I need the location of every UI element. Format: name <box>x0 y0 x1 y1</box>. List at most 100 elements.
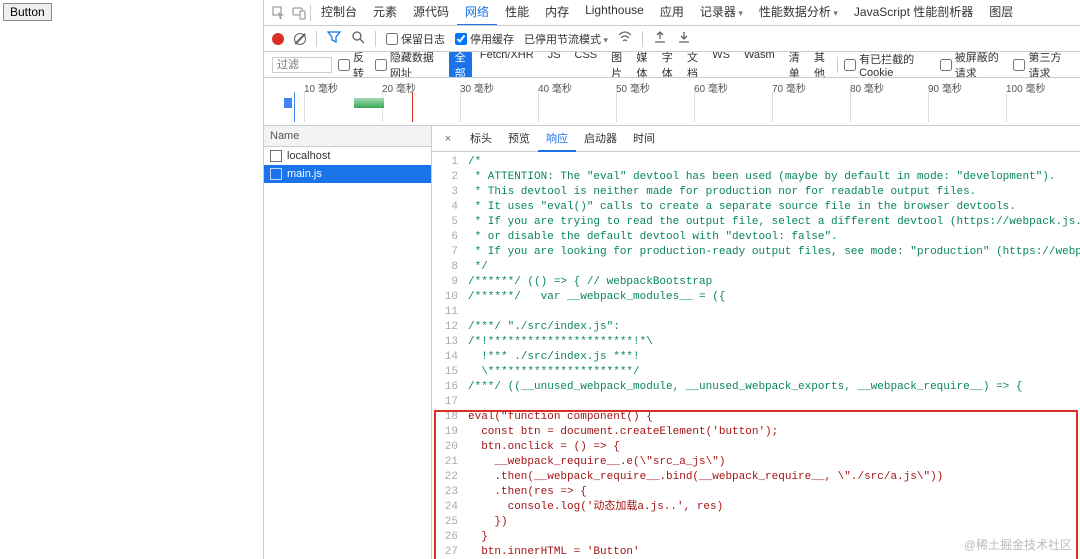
tab-应用[interactable]: 应用 <box>652 0 692 26</box>
filter-chip[interactable]: 字体 <box>656 52 679 78</box>
response-source[interactable]: 1234567891011121314151617181920212223242… <box>432 152 1080 559</box>
filter-chip[interactable]: 媒体 <box>630 52 653 78</box>
response-tab[interactable]: 响应 <box>538 126 576 152</box>
timeline-bar <box>284 98 292 108</box>
timeline-bar <box>354 98 384 108</box>
tab-Lighthouse[interactable]: Lighthouse <box>577 0 652 26</box>
blocked-reqs-checkbox[interactable]: 被屏蔽的请求 <box>940 52 1008 78</box>
tab-控制台[interactable]: 控制台 <box>313 0 365 26</box>
hide-data-checkbox[interactable]: 隐藏数据网址 <box>375 52 443 78</box>
separator <box>375 31 376 47</box>
code-line: const btn = document.createElement('butt… <box>468 425 1080 440</box>
separator <box>316 31 317 47</box>
filter-chip[interactable]: CSS <box>569 52 604 78</box>
timeline-tick: 70 毫秒 <box>772 80 806 95</box>
inspect-icon[interactable] <box>270 4 288 22</box>
wifi-icon[interactable] <box>618 30 632 47</box>
watermark: @稀土掘金技术社区 <box>964 536 1072 553</box>
tab-源代码[interactable]: 源代码 <box>405 0 457 26</box>
code-line: * ATTENTION: The "eval" devtool has been… <box>468 170 1080 185</box>
timeline[interactable]: 10 毫秒20 毫秒30 毫秒40 毫秒50 毫秒60 毫秒70 毫秒80 毫秒… <box>264 78 1080 126</box>
tab-记录器[interactable]: 记录器 <box>692 0 751 26</box>
filter-chip[interactable]: JS <box>542 52 567 78</box>
filter-chip[interactable]: 全部 <box>449 52 472 78</box>
third-party-checkbox[interactable]: 第三方请求 <box>1013 52 1072 78</box>
download-icon[interactable] <box>677 30 691 47</box>
request-list: Name localhostmain.js <box>264 126 432 559</box>
devtools-panel: 控制台元素源代码网络性能内存Lighthouse应用记录器性能数据分析JavaS… <box>263 0 1080 559</box>
code-line: }) <box>468 515 1080 530</box>
request-item[interactable]: main.js <box>264 165 431 183</box>
code-line: * or disable the default devtool with "d… <box>468 230 1080 245</box>
record-icon[interactable] <box>272 33 284 45</box>
clear-icon[interactable] <box>294 33 306 45</box>
close-icon[interactable]: × <box>438 133 458 145</box>
search-icon[interactable] <box>351 30 365 47</box>
response-subtabs: × 标头预览响应启动器时间 <box>432 126 1080 152</box>
code-line: console.log('动态加载a.js..', res) <box>468 500 1080 515</box>
filter-chip[interactable]: Fetch/XHR <box>474 52 540 78</box>
response-tab[interactable]: 时间 <box>625 126 663 152</box>
code-line <box>468 395 1080 410</box>
tab-内存[interactable]: 内存 <box>537 0 577 26</box>
code-line: * This devtool is neither made for produ… <box>468 185 1080 200</box>
response-tab[interactable]: 标头 <box>462 126 500 152</box>
tab-性能[interactable]: 性能 <box>497 0 537 26</box>
filter-chip[interactable]: WS <box>706 52 736 78</box>
response-tab[interactable]: 预览 <box>500 126 538 152</box>
tab-图层[interactable]: 图层 <box>981 0 1021 26</box>
code-line: /******/ var __webpack_modules__ = ({ <box>468 290 1080 305</box>
code-line: */ <box>468 260 1080 275</box>
code-line: * If you are looking for production-read… <box>468 245 1080 260</box>
code-line: eval("function component() { <box>468 410 1080 425</box>
device-icon[interactable] <box>290 4 308 22</box>
throttling-select[interactable]: 已停用节流模式 <box>524 31 608 47</box>
tab-网络[interactable]: 网络 <box>457 0 497 26</box>
code-line: /******/ (() => { // webpackBootstrap <box>468 275 1080 290</box>
request-list-header[interactable]: Name <box>264 126 431 147</box>
code-line: btn.onclick = () => { <box>468 440 1080 455</box>
separator <box>837 57 838 73</box>
line-gutter: 1234567891011121314151617181920212223242… <box>432 152 464 559</box>
code-line: /***/ "./src/index.js": <box>468 320 1080 335</box>
timeline-marker <box>294 92 295 122</box>
timeline-tick: 80 毫秒 <box>850 80 884 95</box>
code-line: .then(__webpack_require__.bind(__webpack… <box>468 470 1080 485</box>
blocked-cookies-checkbox[interactable]: 有已拦截的 Cookie <box>844 52 934 78</box>
filter-chip[interactable]: 图片 <box>605 52 628 78</box>
code-line: /***/ ((__unused_webpack_module, __unuse… <box>468 380 1080 395</box>
file-icon <box>270 150 282 162</box>
timeline-tick: 60 毫秒 <box>694 80 728 95</box>
upload-icon[interactable] <box>653 30 667 47</box>
tab-JavaScript 性能剖析器[interactable]: JavaScript 性能剖析器 <box>846 0 981 26</box>
filter-input[interactable] <box>272 57 332 73</box>
preserve-log-checkbox[interactable]: 保留日志 <box>386 31 445 47</box>
code-line: * It uses "eval()" calls to create a sep… <box>468 200 1080 215</box>
tab-元素[interactable]: 元素 <box>365 0 405 26</box>
response-tab[interactable]: 启动器 <box>576 126 625 152</box>
timeline-tick: 90 毫秒 <box>928 80 962 95</box>
devtools-main-tabs: 控制台元素源代码网络性能内存Lighthouse应用记录器性能数据分析JavaS… <box>264 0 1080 26</box>
timeline-tick: 10 毫秒 <box>304 80 338 95</box>
filter-chip[interactable]: 其他 <box>808 52 831 78</box>
request-item[interactable]: localhost <box>264 147 431 165</box>
separator <box>310 5 311 21</box>
code-line: \**********************/ <box>468 365 1080 380</box>
timeline-tick: 40 毫秒 <box>538 80 572 95</box>
filter-chip[interactable]: 清单 <box>783 52 806 78</box>
timeline-tick: 20 毫秒 <box>382 80 416 95</box>
page-button[interactable]: Button <box>3 3 52 21</box>
response-pane: × 标头预览响应启动器时间 12345678910111213141516171… <box>432 126 1080 559</box>
disable-cache-checkbox[interactable]: 停用缓存 <box>455 31 514 47</box>
tab-性能数据分析[interactable]: 性能数据分析 <box>751 0 846 26</box>
filter-chip[interactable]: Wasm <box>738 52 781 78</box>
file-icon <box>270 168 282 180</box>
filter-icon[interactable] <box>327 30 341 47</box>
code-line: !*** ./src/index.js ***! <box>468 350 1080 365</box>
timeline-marker <box>412 92 413 122</box>
separator <box>642 31 643 47</box>
timeline-tick: 50 毫秒 <box>616 80 650 95</box>
filter-chip[interactable]: 文档 <box>681 52 704 78</box>
invert-checkbox[interactable]: 反转 <box>338 52 369 78</box>
code-line: * If you are trying to read the output f… <box>468 215 1080 230</box>
